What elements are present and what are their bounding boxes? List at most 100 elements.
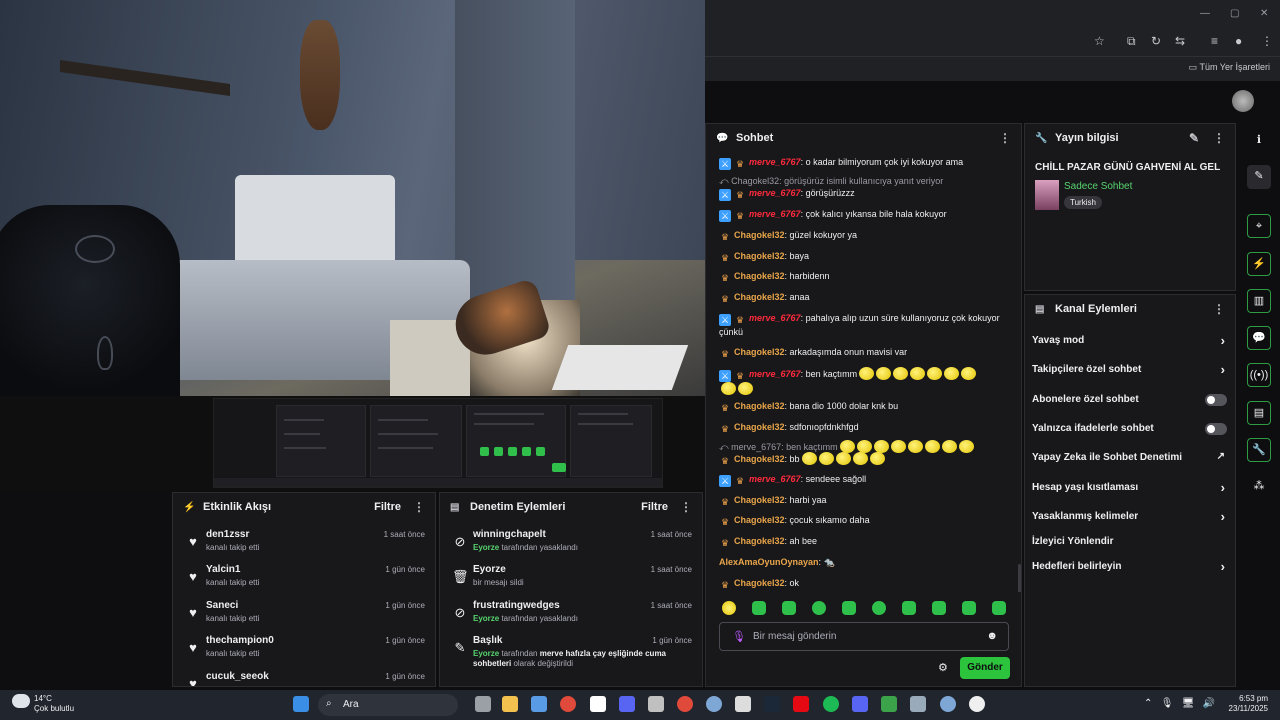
chat-message[interactable]: ⚔ ♛ merve_6767: sendeee sağoll	[719, 473, 1014, 487]
subscribers-only-item[interactable]: Abonelere özel sohbet	[1031, 390, 1231, 410]
taskbar-search[interactable]: ⌕ Ara	[318, 694, 458, 716]
discord-icon[interactable]	[852, 696, 868, 712]
chat-message[interactable]: ♛ Chagokel32: anaa	[719, 291, 1014, 305]
activity-item[interactable]: ♥ cucuk_seeok 1 gün önce	[181, 670, 427, 686]
start-icon[interactable]	[293, 696, 309, 712]
app-icon[interactable]	[910, 696, 926, 712]
moderation-item[interactable]: ⊘ winningchapelt Eyorze tarafından yasak…	[448, 528, 694, 564]
chat-message[interactable]: ⚔ ♛ merve_6767: o kadar bilmiyorum çok iyi…	[719, 156, 1014, 170]
chat-scrollbar[interactable]	[1018, 564, 1021, 592]
activity-item[interactable]: ♥ den1zssr kanalı takip etti 1 saat önce	[181, 528, 427, 564]
info-icon[interactable]: ℹ	[1247, 129, 1271, 153]
weather-icon[interactable]	[12, 694, 30, 708]
file-explorer-icon[interactable]	[502, 696, 518, 712]
emote-icon[interactable]	[812, 601, 826, 615]
all-bookmarks-link[interactable]: ▭ Tüm Yer İşaretleri	[1189, 62, 1270, 73]
send-button[interactable]: Gönder	[960, 657, 1010, 679]
weather-widget[interactable]: 14°C Çok bulutlu	[34, 694, 74, 714]
emote-icon[interactable]	[932, 601, 946, 615]
emote-icon[interactable]	[902, 601, 916, 615]
emote-only-item[interactable]: Yalnızca ifadelerle sohbet	[1031, 419, 1231, 439]
chat-message[interactable]: ♛ Chagokel32: harbi yaa	[719, 494, 1014, 508]
followers-only-item[interactable]: Takipçilere özel sohbet ›	[1031, 360, 1231, 380]
emote-icon[interactable]	[842, 601, 856, 615]
more-options-icon[interactable]: ⋮	[413, 500, 425, 514]
app-icon[interactable]	[940, 696, 956, 712]
app-icon[interactable]	[677, 696, 693, 712]
app-icon[interactable]	[590, 696, 606, 712]
emote-icon[interactable]	[962, 601, 976, 615]
chat-message[interactable]: AlexAmaOyunOynayan: 🐀	[719, 556, 1014, 568]
app-icon[interactable]	[619, 696, 635, 712]
moderation-filter-button[interactable]: Filtre	[641, 501, 668, 513]
chat-message[interactable]: ♛ Chagokel32: ok	[719, 577, 1014, 591]
emote-icon[interactable]	[872, 601, 886, 615]
account-age-item[interactable]: Hesap yaşı kısıtlaması ›	[1031, 478, 1231, 498]
emote-icon[interactable]	[782, 601, 796, 615]
emote-icon[interactable]	[992, 601, 1006, 615]
chat-message[interactable]: ♛ Chagokel32: arkadaşımda onun mavisi var	[719, 346, 1014, 360]
chat-message[interactable]: ♛ Chagokel32: güzel kokuyor ya	[719, 229, 1014, 243]
moderation-item[interactable]: ✎ Başlık Eyorze tarafından merve hafızla…	[448, 634, 694, 674]
broadcast-icon[interactable]: ((•))	[1247, 363, 1271, 387]
activity-item[interactable]: ♥ Saneci kanalı takip etti 1 gün önce	[181, 599, 427, 635]
app-icon[interactable]	[706, 696, 722, 712]
task-view-icon[interactable]	[475, 696, 491, 712]
chat-input[interactable]: 🎙 Bir mesaj gönderin ☻	[719, 622, 1009, 651]
netflix-icon[interactable]	[793, 696, 809, 712]
moderation-item[interactable]: ⊘ frustratingwedges Eyorze tarafından ya…	[448, 599, 694, 635]
more-options-icon[interactable]: ⋮	[999, 131, 1011, 145]
translate-icon[interactable]: ⇆	[1175, 34, 1185, 48]
moderation-item[interactable]: 🗑 Eyorze bir mesajı sildi 1 saat önce	[448, 563, 694, 599]
activity-filter-button[interactable]: Filtre	[374, 501, 401, 513]
chat-message[interactable]: ♛ Chagokel32: bana dio 1000 dolar knk bu	[719, 400, 1014, 414]
history-icon[interactable]: ↻	[1151, 34, 1161, 48]
goals-item[interactable]: Hedefleri belirleyin ›	[1031, 557, 1231, 577]
chrome-icon[interactable]	[560, 696, 576, 712]
chat-message[interactable]: ♛ Chagokel32: sdfonıopfdnkhfgd	[719, 421, 1014, 435]
system-tray[interactable]: ⌃ 🎙 🖥 🔊	[1144, 698, 1215, 709]
emote-only-toggle[interactable]	[1205, 423, 1227, 435]
chat-message[interactable]: ⚔ ♛ merve_6767: çok kalıcı yıkansa bile ha…	[719, 208, 1014, 222]
profile-icon[interactable]: ●	[1235, 34, 1242, 48]
chat-message[interactable]: ⚔ ♛ merve_6767: pahalıya alıp uzun süre ku…	[719, 312, 1014, 338]
store-icon[interactable]	[531, 696, 547, 712]
chat-message[interactable]: ⚔ ♛ merve_6767: ben kaçtımm	[719, 367, 1014, 397]
user-avatar[interactable]	[1232, 90, 1254, 112]
minimize-icon[interactable]: —	[1200, 8, 1210, 19]
more-options-icon[interactable]: ⋮	[1213, 131, 1225, 145]
slow-mode-item[interactable]: Yavaş mod ›	[1031, 331, 1231, 351]
category-thumbnail[interactable]	[1035, 180, 1059, 210]
clock[interactable]: 6:53 pm 23/11/2025	[1229, 694, 1268, 714]
app-icon[interactable]	[735, 696, 751, 712]
restore-icon[interactable]: ▢	[1230, 8, 1239, 19]
star-icon[interactable]: ☆	[1094, 34, 1105, 48]
clipboard-icon[interactable]: ▥	[1247, 289, 1271, 313]
chat-message[interactable]: ♛ Chagokel32: harbidenn	[719, 270, 1014, 284]
chat-icon[interactable]: 💬	[1247, 326, 1271, 350]
stream-category[interactable]: Sadece Sohbet	[1064, 181, 1132, 192]
raid-item[interactable]: İzleyici Yönlendir	[1031, 532, 1231, 552]
emoji-picker-icon[interactable]: ☻	[986, 630, 998, 642]
close-icon[interactable]: ✕	[1260, 8, 1268, 19]
activity-item[interactable]: ♥ thechampion0 kanalı takip etti 1 gün ö…	[181, 634, 427, 670]
chat-message[interactable]: ⚔ ♛ merve_6767: görüşürüzzz	[719, 187, 1014, 201]
lightning-icon[interactable]: ⚡	[1247, 252, 1271, 276]
more-options-icon[interactable]: ⋮	[680, 500, 692, 514]
activity-item[interactable]: ♥ Yalcin1 kanalı takip etti 1 gün önce	[181, 563, 427, 599]
chat-message[interactable]: ♛ Chagokel32: baya	[719, 250, 1014, 264]
wrench-icon[interactable]: 🔧	[1247, 438, 1271, 462]
spotify-icon[interactable]	[823, 696, 839, 712]
minecraft-icon[interactable]	[881, 696, 897, 712]
layout-icon[interactable]: ▤	[1247, 401, 1271, 425]
chat-message[interactable]: ♛ Chagokel32: çocuk sıkamıo daha	[719, 514, 1014, 528]
obs-icon[interactable]	[969, 696, 985, 712]
stream-tag[interactable]: Turkish	[1064, 196, 1102, 209]
chat-message[interactable]: ♛ Chagokel32: bb	[719, 452, 1014, 467]
edit-icon[interactable]: ✎	[1189, 131, 1199, 145]
emote-icon[interactable]	[752, 601, 766, 615]
subscribers-only-toggle[interactable]	[1205, 394, 1227, 406]
app-icon[interactable]	[648, 696, 664, 712]
edit-icon[interactable]: ✎	[1247, 165, 1271, 189]
chat-settings-icon[interactable]: ⚙	[938, 661, 948, 674]
